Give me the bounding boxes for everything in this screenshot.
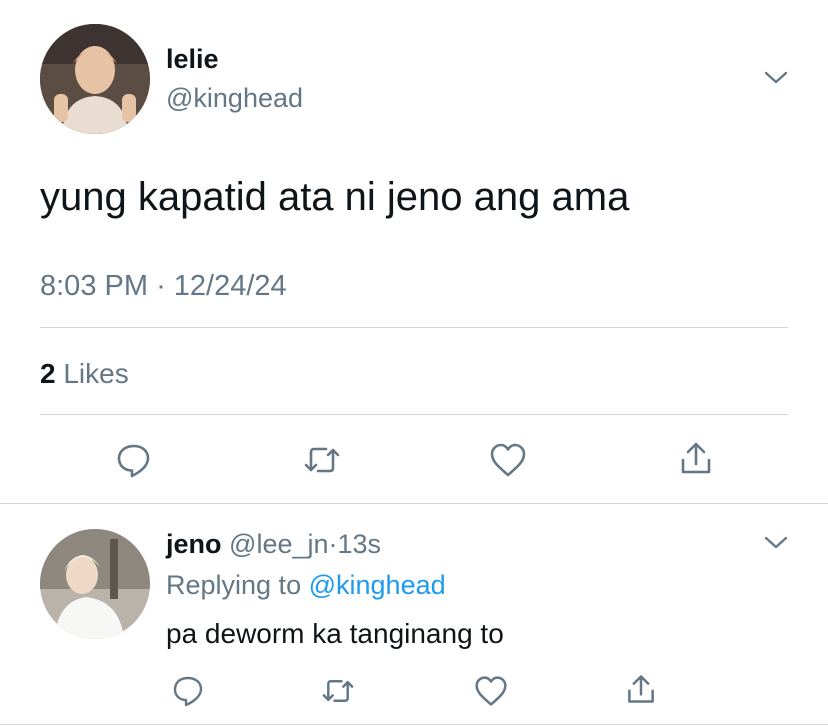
- tweet-text: yung kapatid ata ni jeno ang ama: [40, 175, 630, 219]
- reply-retweet-icon[interactable]: [320, 676, 356, 706]
- reply-dot: ·: [328, 529, 338, 559]
- divider-bottom: [0, 724, 828, 725]
- reply-icon[interactable]: [115, 441, 153, 479]
- reply-reply-icon[interactable]: [171, 674, 205, 708]
- reply-author-avatar[interactable]: [40, 529, 150, 639]
- replying-to-handle-link[interactable]: @kinghead: [309, 570, 446, 600]
- divider-full: [0, 503, 828, 504]
- author-avatar[interactable]: [40, 24, 150, 134]
- reply-like-heart-icon[interactable]: [473, 674, 509, 708]
- reply-age[interactable]: 13s: [338, 529, 382, 559]
- reply-display-name[interactable]: jeno: [166, 529, 222, 559]
- author-display-name[interactable]: lelie: [166, 42, 219, 76]
- tweet-timestamp[interactable]: 8:03 PM · 12/24/24: [40, 268, 287, 304]
- divider-top: [40, 327, 788, 328]
- tweet-date: 12/24/24: [173, 270, 287, 302]
- likes-stat[interactable]: 2 Likes: [40, 356, 129, 392]
- replying-to-line: Replying to @kinghead: [166, 567, 446, 603]
- retweet-icon[interactable]: [302, 443, 342, 477]
- reply-options-chevron-icon[interactable]: [762, 533, 790, 553]
- reply-text: pa deworm ka tanginang to: [166, 618, 504, 649]
- likes-label: Likes: [63, 358, 129, 389]
- reply-handle[interactable]: @lee_jn: [229, 529, 328, 559]
- tweet-options-chevron-icon[interactable]: [762, 68, 790, 88]
- divider-mid: [40, 414, 788, 415]
- author-handle[interactable]: @kinghead: [166, 80, 303, 116]
- reply-share-icon[interactable]: [624, 671, 658, 707]
- share-icon[interactable]: [677, 438, 715, 478]
- likes-count: 2: [40, 358, 56, 389]
- replying-to-prefix: Replying to: [166, 570, 302, 600]
- reply-header: jeno @lee_jn·13s: [166, 527, 381, 561]
- like-heart-icon[interactable]: [488, 441, 528, 479]
- tweet-time: 8:03 PM: [40, 270, 148, 302]
- timestamp-separator: ·: [156, 270, 166, 302]
- reply-author-avatar-image: [40, 529, 150, 639]
- author-avatar-image: [40, 24, 150, 134]
